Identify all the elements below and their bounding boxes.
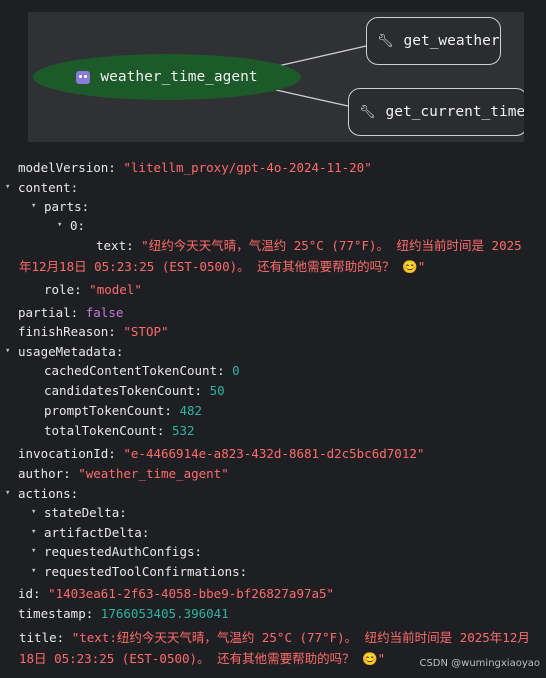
agent-node[interactable]: weather_time_agent (33, 54, 301, 100)
field-part-index[interactable]: 0: (70, 217, 85, 235)
field-key: timestamp: (18, 606, 94, 621)
field-key: text: (96, 238, 134, 253)
edge-weather (277, 45, 367, 67)
field-key: content: (18, 180, 79, 195)
field-action-item[interactable]: requestedToolConfirmations: (44, 563, 247, 581)
field-action-item[interactable]: stateDelta: (44, 504, 127, 522)
field-content[interactable]: content: (18, 179, 78, 197)
tool-node-label: get_current_time (385, 104, 524, 120)
field-usage-item: totalTokenCount: 532 (44, 422, 195, 440)
field-key: usageMetadata: (18, 344, 124, 359)
field-value: 532 (171, 423, 195, 438)
expand-caret-icon[interactable]: ▾ (5, 488, 10, 498)
field-key: stateDelta: (44, 505, 127, 520)
field-usage-item: promptTokenCount: 482 (44, 402, 202, 420)
agent-graph: weather_time_agent 🔧︎ get_weather 🔧︎ get… (28, 12, 524, 142)
field-value: "1403ea61-2f63-4058-bbe9-bf26827a97a5" (48, 586, 335, 601)
field-value: 1766053405.396041 (100, 606, 229, 621)
wrench-icon: 🔧︎ (359, 104, 376, 120)
expand-caret-icon[interactable]: ▾ (31, 566, 36, 576)
field-key: 0: (70, 218, 86, 233)
expand-caret-icon[interactable]: ▾ (31, 527, 36, 537)
field-role: role: "model" (44, 281, 142, 299)
expand-caret-icon[interactable]: ▾ (5, 182, 10, 192)
field-action-item[interactable]: artifactDelta: (44, 524, 149, 542)
field-partial: partial: false (18, 304, 123, 322)
field-parts[interactable]: parts: (44, 198, 89, 216)
field-key: requestedAuthConfigs: (44, 544, 203, 559)
field-author: author: "weather_time_agent" (18, 465, 229, 483)
field-finishreason: finishReason: "STOP" (18, 323, 169, 341)
field-text: text: "纽约今天天气晴，气温约 25°C (77°F)。 纽约当前时间是 … (19, 235, 529, 277)
expand-caret-icon[interactable]: ▾ (31, 201, 36, 211)
tool-node-get-weather[interactable]: 🔧︎ get_weather (366, 17, 501, 65)
robot-icon (76, 70, 91, 84)
field-modelversion: modelVersion: "litellm_proxy/gpt-4o-2024… (18, 159, 372, 177)
watermark-text: CSDN @wumingxiaoyao (419, 658, 540, 669)
field-action-item[interactable]: requestedAuthConfigs: (44, 543, 202, 561)
field-key: modelVersion: (18, 160, 116, 175)
field-actions[interactable]: actions: (18, 485, 78, 503)
field-usagemetadata[interactable]: usageMetadata: (18, 343, 123, 361)
field-key: title: (19, 630, 65, 645)
field-key: promptTokenCount: (44, 403, 172, 418)
expand-caret-icon[interactable]: ▾ (31, 507, 36, 517)
field-invocationid: invocationId: "e-4466914e-a823-432d-8681… (18, 445, 424, 463)
field-value: 482 (179, 403, 203, 418)
field-key: artifactDelta: (44, 525, 150, 540)
field-value: 0 (232, 363, 240, 378)
field-value: "litellm_proxy/gpt-4o-2024-11-20" (123, 160, 372, 175)
field-key: actions: (18, 486, 79, 501)
field-key: parts: (44, 199, 90, 214)
field-key: author: (18, 466, 71, 481)
field-key: id: (18, 586, 41, 601)
field-value: "纽约今天天气晴，气温约 25°C (77°F)。 纽约当前时间是 2025年1… (19, 238, 522, 274)
tool-node-label: get_weather (403, 33, 500, 49)
wrench-icon: 🔧︎ (377, 33, 394, 49)
field-value: 50 (209, 383, 225, 398)
field-id: id: "1403ea61-2f63-4058-bbe9-bf26827a97a… (18, 585, 334, 603)
expand-caret-icon[interactable]: ▾ (31, 546, 36, 556)
field-timestamp: timestamp: 1766053405.396041 (18, 605, 229, 623)
field-key: candidatesTokenCount: (44, 383, 203, 398)
field-key: cachedContentTokenCount: (44, 363, 225, 378)
field-value: "e-4466914e-a823-432d-8681-d2c5bc6d7012" (123, 446, 425, 461)
field-value: false (85, 305, 124, 320)
field-value: "model" (89, 282, 142, 297)
agent-node-label: weather_time_agent (100, 69, 258, 85)
expand-caret-icon[interactable]: ▾ (57, 220, 62, 230)
expand-caret-icon[interactable]: ▾ (5, 346, 10, 356)
field-key: invocationId: (18, 446, 116, 461)
edge-time (275, 89, 349, 107)
field-value: "weather_time_agent" (78, 466, 229, 481)
field-usage-item: candidatesTokenCount: 50 (44, 382, 225, 400)
field-key: finishReason: (18, 324, 116, 339)
field-key: totalTokenCount: (44, 423, 165, 438)
field-value: "STOP" (123, 324, 169, 339)
tool-node-get-current-time[interactable]: 🔧︎ get_current_time (348, 88, 524, 136)
field-key: role: (44, 282, 82, 297)
field-key: partial: (18, 305, 79, 320)
field-key: requestedToolConfirmations: (44, 564, 248, 579)
field-usage-item: cachedContentTokenCount: 0 (44, 362, 240, 380)
